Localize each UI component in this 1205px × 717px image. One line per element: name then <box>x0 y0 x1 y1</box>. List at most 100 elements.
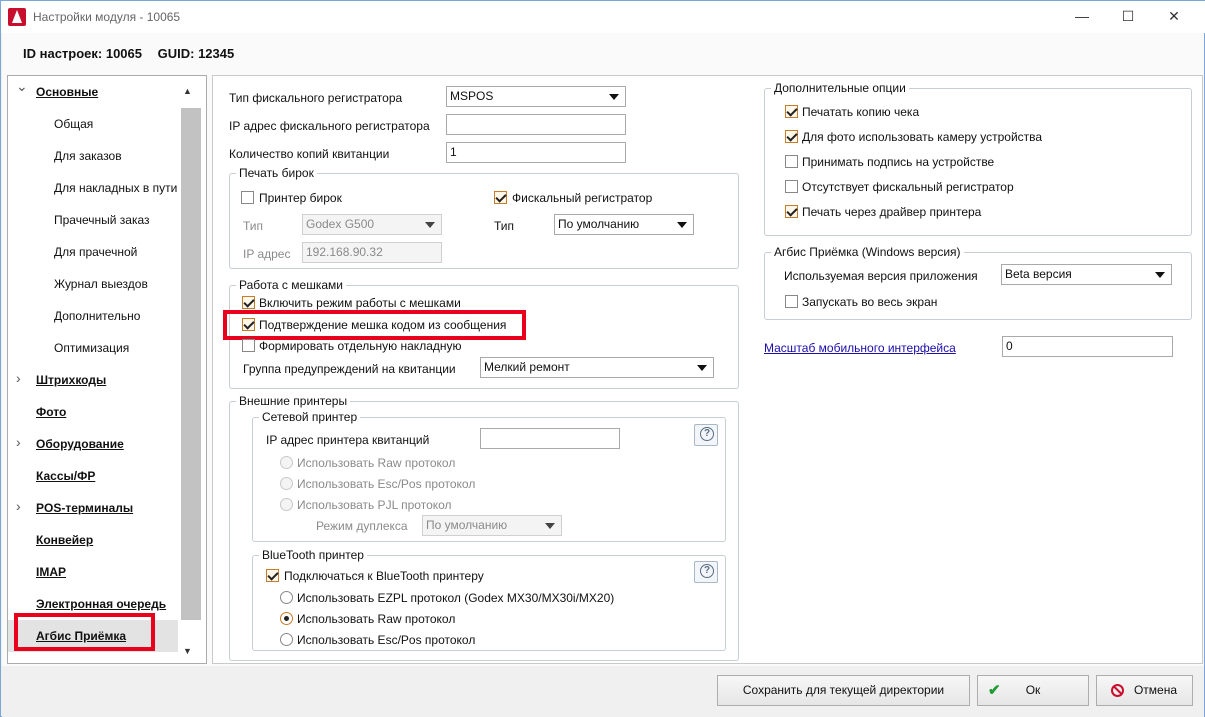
network-ip-label: IP адрес принтера квитанций <box>266 433 430 447</box>
bags-enable-checkbox[interactable] <box>242 296 255 309</box>
warn-group-label: Группа предупреждений на квитанции <box>243 362 456 376</box>
nav-item[interactable]: И <box>8 652 178 663</box>
bluetooth-printer-title: BlueTooth принтер <box>259 548 367 562</box>
save-dir-button[interactable]: Сохранить для текущей директории <box>717 675 970 706</box>
app-version-select[interactable]: Beta версия <box>1001 264 1172 285</box>
nav-item-label: Электронная очередь <box>36 597 167 611</box>
settings-guid: GUID: 12345 <box>157 46 235 61</box>
bluetooth-raw-radio[interactable] <box>280 612 293 625</box>
ext-printers-title: Внешние принтеры <box>236 394 351 408</box>
maximize-button[interactable]: ☐ <box>1105 1 1151 31</box>
nav-item[interactable]: Кассы/ФР <box>8 460 178 492</box>
checkmark-icon: ✔ <box>988 682 1001 699</box>
bluetooth-ezpl-radio[interactable] <box>280 591 293 604</box>
mobile-scale-input[interactable]: 0 <box>1002 336 1173 357</box>
window-title: Настройки модуля - 10065 <box>33 10 181 24</box>
chevron-down-icon[interactable]: ⌄ <box>16 78 28 95</box>
extra-option-checkbox[interactable] <box>785 105 798 118</box>
nav-item[interactable]: › Оборудование <box>8 428 178 460</box>
bluetooth-raw-label: Использовать Raw протокол <box>297 612 456 626</box>
chevron-right-icon[interactable]: › <box>16 498 21 514</box>
nav-item[interactable]: Для прачечной <box>8 236 178 268</box>
tag-ip-label: IP адрес <box>243 247 291 261</box>
nav-item[interactable]: Дополнительно <box>8 300 178 332</box>
tag-ip-input[interactable]: 192.168.90.32 <box>302 242 442 263</box>
duplex-value: По умолчанию <box>426 518 508 532</box>
bluetooth-connect-label: Подключаться к BlueTooth принтеру <box>284 569 484 583</box>
network-printer-title: Сетевой принтер <box>259 410 361 424</box>
copies-label: Количество копий квитанции <box>229 147 390 161</box>
mobile-scale-link[interactable]: Масштаб мобильного интерфейса <box>764 341 956 355</box>
duplex-select[interactable]: По умолчанию <box>422 515 562 536</box>
bluetooth-help-icon[interactable] <box>694 561 718 583</box>
nav-item-label: Конвейер <box>36 533 94 547</box>
highlight-box-confirm <box>223 310 526 340</box>
network-help-icon[interactable] <box>694 424 718 446</box>
nav-item[interactable]: Общая <box>8 108 178 140</box>
nav-item[interactable]: › POS-терминалы <box>8 492 178 524</box>
tag-type-value: Godex G500 <box>306 217 375 231</box>
agbis-windows-title: Агбис Приёмка (Windows версия) <box>771 245 964 259</box>
nav-item-label: Для прачечной <box>54 245 138 259</box>
nav-item-label: IMAP <box>36 565 66 579</box>
nav-scrollbar[interactable]: ▲ ▼ <box>179 76 201 663</box>
scroll-thumb[interactable] <box>181 108 201 620</box>
nav-item-label: Оборудование <box>36 437 124 451</box>
ok-button[interactable]: ✔ Ок <box>977 675 1089 706</box>
extra-option-label: Печать через драйвер принтера <box>802 205 982 219</box>
fiscal-registrar-type-select[interactable]: По умолчанию <box>554 214 694 235</box>
network-ip-input[interactable] <box>480 428 620 449</box>
warn-group-select[interactable]: Мелкий ремонт <box>480 357 714 378</box>
tag-type-select[interactable]: Godex G500 <box>302 214 442 235</box>
scroll-down-icon[interactable]: ▼ <box>183 646 192 656</box>
nav-item[interactable]: Для накладных в пути <box>8 172 178 204</box>
tag-type-label: Тип <box>243 219 264 233</box>
chevron-right-icon[interactable]: › <box>16 434 21 450</box>
extra-option-label: Принимать подпись на устройстве <box>802 155 995 169</box>
settings-nav-tree[interactable]: ИАгбис ПриёмкаЭлектронная очередьIMAPКон… <box>7 75 207 664</box>
network-raw-radio[interactable] <box>280 456 293 469</box>
chevron-right-icon[interactable]: › <box>16 370 21 386</box>
nav-item[interactable]: ⌄ Основные <box>8 76 178 108</box>
nav-item[interactable]: Фото <box>8 396 178 428</box>
nav-item[interactable]: Конвейер <box>8 524 178 556</box>
nav-item[interactable]: Для заказов <box>8 140 178 172</box>
fiscal-ip-input[interactable] <box>446 114 626 135</box>
minimize-button[interactable]: — <box>1059 1 1105 31</box>
network-pjl-radio[interactable] <box>280 498 293 511</box>
copies-input[interactable]: 1 <box>446 142 626 163</box>
agbis-windows-group: Агбис Приёмка (Windows версия) <box>764 245 1192 320</box>
nav-item[interactable]: › Штрихкоды <box>8 364 178 396</box>
nav-item-label: И <box>36 661 45 663</box>
nav-item-label: Кассы/ФР <box>36 469 96 483</box>
fiscal-registrar-type-label: Тип <box>494 219 515 233</box>
network-escpos-radio[interactable] <box>280 477 293 490</box>
extra-options-title: Дополнительные опции <box>771 81 909 95</box>
scroll-up-icon[interactable]: ▲ <box>183 86 192 96</box>
app-logo-icon <box>8 8 26 26</box>
nav-item-label: Для накладных в пути <box>54 181 178 195</box>
nav-item[interactable]: IMAP <box>8 556 178 588</box>
bluetooth-escpos-radio[interactable] <box>280 633 293 646</box>
extra-option-checkbox[interactable] <box>785 180 798 193</box>
save-dir-label: Сохранить для текущей директории <box>742 683 945 697</box>
fiscal-registrar-checkbox[interactable] <box>494 191 507 204</box>
fullscreen-checkbox[interactable] <box>785 295 798 308</box>
close-button[interactable]: ✕ <box>1151 1 1197 31</box>
extra-option-checkbox[interactable] <box>785 130 798 143</box>
cancel-button[interactable]: Отмена <box>1096 675 1193 706</box>
tag-printer-checkbox[interactable] <box>241 191 254 204</box>
nav-item[interactable]: Оптимизация <box>8 332 178 364</box>
fiscal-registrar-label: Фискальный регистратор <box>512 191 653 205</box>
extra-option-checkbox[interactable] <box>785 155 798 168</box>
extra-option-checkbox[interactable] <box>785 205 798 218</box>
nav-item[interactable]: Журнал выездов <box>8 268 178 300</box>
bags-separate-checkbox[interactable] <box>242 339 255 352</box>
bluetooth-connect-checkbox[interactable] <box>266 569 279 582</box>
nav-item[interactable]: Прачечный заказ <box>8 204 178 236</box>
nav-item-label: Дополнительно <box>54 309 141 323</box>
extra-option-label: Печатать копию чека <box>802 105 920 119</box>
fiscal-type-select[interactable]: MSPOS <box>446 86 626 107</box>
highlight-box-nav <box>14 613 155 651</box>
title-bar: Настройки модуля - 10065 — ☐ ✕ <box>1 1 1205 33</box>
